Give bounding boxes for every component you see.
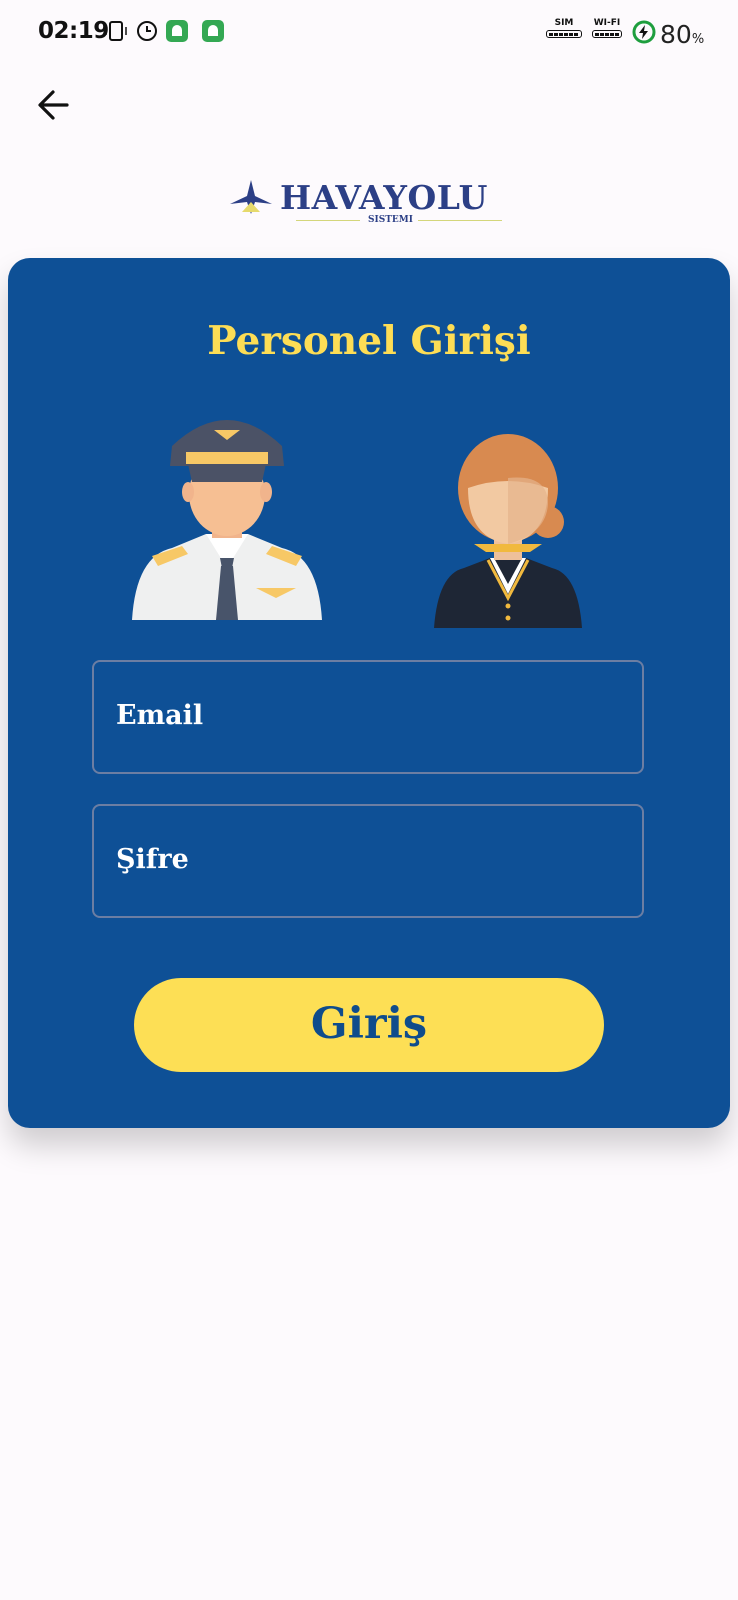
wifi-signal-icon: WI-FI xyxy=(592,18,622,38)
back-button[interactable] xyxy=(30,82,76,128)
sim-label: SIM xyxy=(554,18,574,28)
logo-subtitle: SISTEMI xyxy=(368,215,413,225)
email-field[interactable]: Email xyxy=(92,660,644,774)
status-time: 02:19 xyxy=(38,18,109,44)
arrow-back-icon xyxy=(38,90,69,120)
logo-wordmark: HAVAYOLU xyxy=(280,178,488,217)
email-placeholder: Email xyxy=(116,700,204,731)
login-button[interactable]: Giriş xyxy=(134,978,604,1072)
havayolu-logo: HAVAYOLU SISTEMI xyxy=(224,172,504,232)
flight-attendant-illustration xyxy=(434,434,582,628)
vibrate-icon xyxy=(105,21,127,41)
android-notification-icon xyxy=(166,20,188,42)
wifi-label: WI-FI xyxy=(593,18,621,28)
page-title: Personel Girişi xyxy=(207,318,531,364)
android-notification-icon xyxy=(202,20,224,42)
sim-signal-icon: SIM xyxy=(546,18,582,38)
battery-charging-icon xyxy=(632,20,656,44)
status-bar: 02:19 SIM WI-FI 80% xyxy=(0,0,738,66)
pilot-illustration xyxy=(132,420,322,620)
battery-level: 80% xyxy=(660,20,705,49)
password-placeholder: Şifre xyxy=(116,844,189,875)
password-field[interactable]: Şifre xyxy=(92,804,644,918)
alarm-clock-icon xyxy=(137,21,157,41)
login-card: Personel Girişi Email Şifre Giriş xyxy=(8,258,730,1128)
plane-logo-icon xyxy=(230,180,272,214)
